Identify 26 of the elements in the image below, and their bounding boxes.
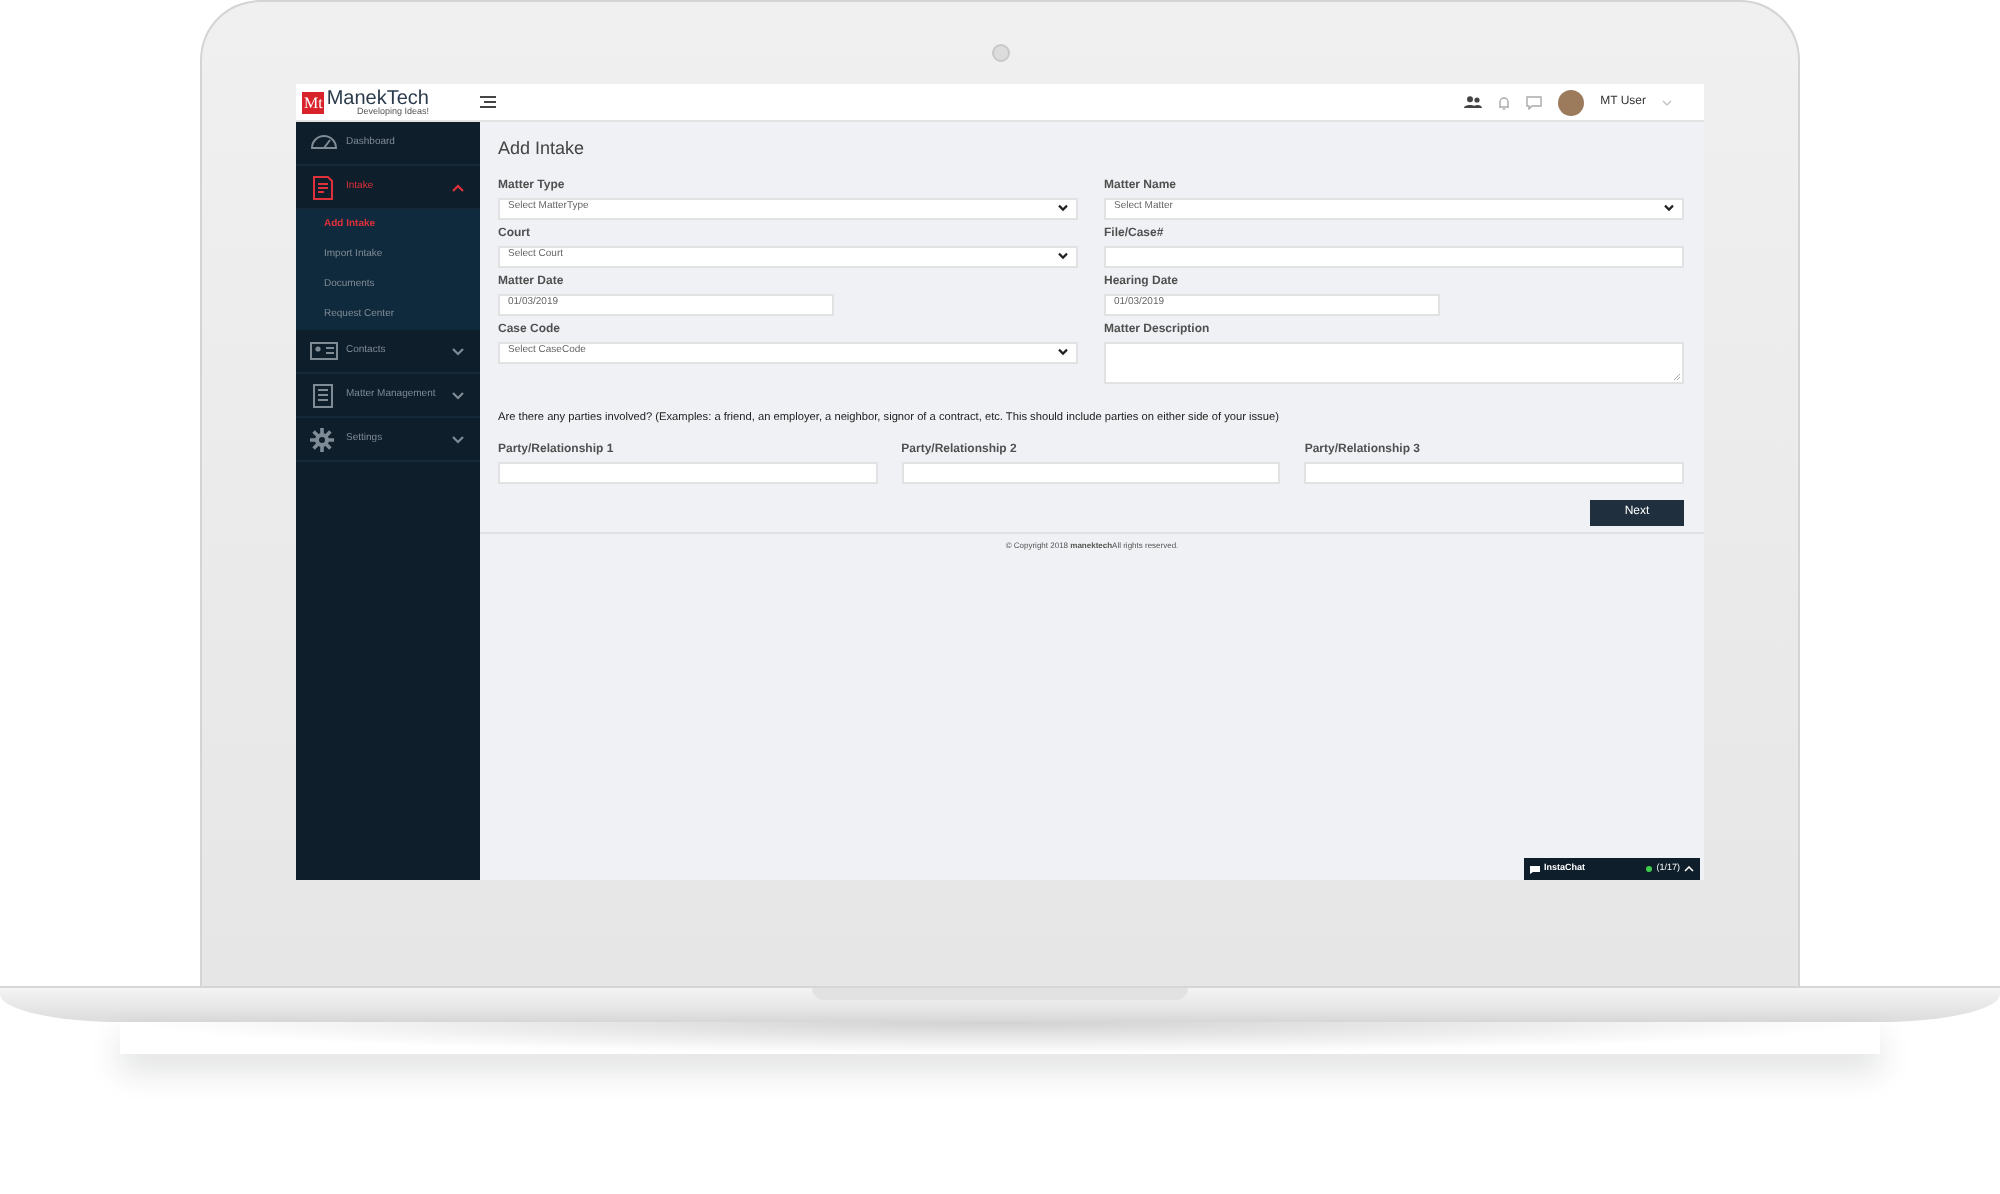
chevron-down-icon [1058,204,1068,212]
bell-icon[interactable] [1498,95,1511,109]
caret-down-icon[interactable] [1662,99,1672,105]
textarea-field[interactable] [1104,341,1684,383]
text-field[interactable] [1104,245,1684,267]
chat-icon [1530,865,1540,873]
camera-dot [992,44,1010,62]
logo-name: ManekTech [326,90,429,108]
logo-mark: Mt [302,91,325,113]
chat-icon[interactable] [1526,95,1543,109]
contact-card-icon [310,339,338,363]
text-field[interactable] [1304,461,1684,484]
chevron-down-icon [1664,204,1674,212]
page-title: Add Intake [498,136,587,162]
users-icon[interactable] [1464,96,1483,108]
checklist-icon [310,383,338,407]
text-field[interactable] [901,461,1281,484]
text-field[interactable] [498,461,878,484]
chevron-down-icon [1058,348,1068,356]
caret-up-icon [1684,866,1694,872]
document-icon [310,175,338,199]
gear-icon [310,427,338,451]
gauge-icon [310,131,338,155]
chevron-down-icon [1058,252,1068,260]
avatar[interactable] [1558,89,1585,115]
menu-icon[interactable] [480,96,496,108]
